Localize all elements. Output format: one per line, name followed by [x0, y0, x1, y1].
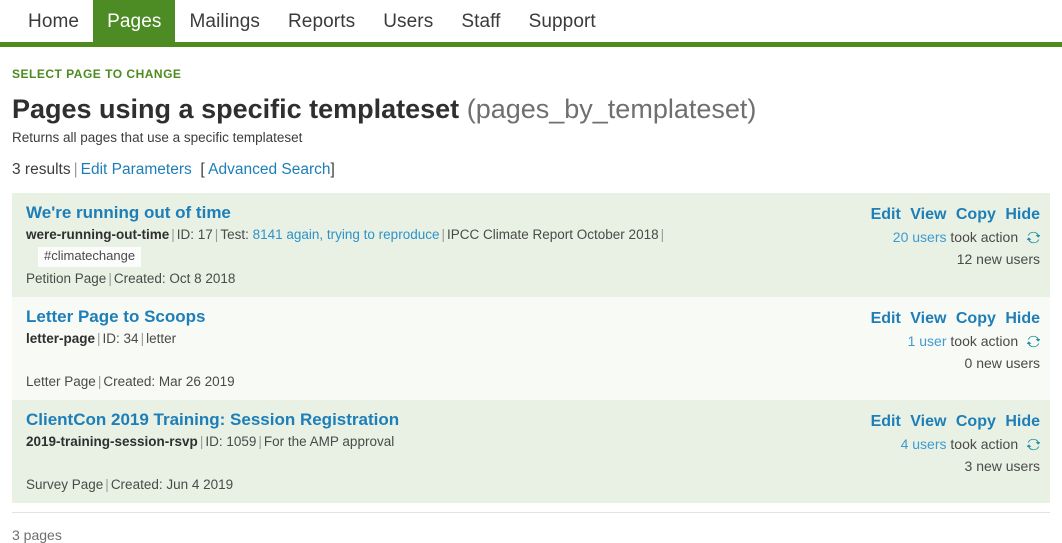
page-subtitle: Returns all pages that use a specific te… [12, 129, 303, 145]
refresh-icon[interactable] [1026, 334, 1041, 352]
action-links: Edit View Copy Hide [871, 205, 1040, 224]
refresh-icon[interactable] [1026, 437, 1041, 455]
results-toolbar: 3 results | Edit Parameters [ Advanced Sea… [12, 161, 1050, 179]
result-tag-chip[interactable]: #climatechange [38, 246, 142, 267]
view-action-link[interactable]: View [910, 310, 946, 327]
result-page-type: Petition Page [26, 270, 107, 286]
result-row-details: Letter Page to Scoops letter-page | ID: 34… [26, 307, 871, 389]
new-users-count: 0 new users [964, 355, 1040, 372]
result-note: IPCC Climate Report October 2018 [447, 226, 659, 242]
edit-action-link[interactable]: Edit [871, 206, 901, 223]
result-tag-line [26, 351, 871, 370]
result-row-details: We're running out of time were-running-o… [26, 203, 871, 286]
result-test-link[interactable]: 8141 again, trying to reproduce [253, 227, 440, 242]
result-tag-chip [38, 462, 50, 467]
took-action-label: took action [950, 228, 1019, 245]
result-id: ID: 34 [102, 330, 139, 346]
main-navigation: Home Pages Mailings Reports Users Staff … [0, 0, 1062, 47]
result-id: ID: 17 [176, 226, 213, 242]
nav-item-pages[interactable]: Pages [93, 0, 176, 42]
result-slug: 2019-training-session-rsvp [26, 434, 198, 450]
bracket-close: ] [330, 160, 335, 178]
result-id: ID: 1059 [205, 434, 257, 450]
took-action-count-link[interactable]: 4 users [901, 436, 947, 452]
nav-item-staff[interactable]: Staff [447, 0, 514, 42]
result-title-link[interactable]: Letter Page to Scoops [26, 307, 205, 327]
results-count: 3 results [12, 160, 71, 178]
result-created: Created: Jun 4 2019 [110, 477, 234, 493]
result-row-actions: Edit View Copy Hide 4 users took action [871, 410, 1041, 476]
took-action-count-link[interactable]: 20 users [893, 229, 947, 245]
nav-item-home[interactable]: Home [14, 0, 93, 42]
nav-item-reports[interactable]: Reports [274, 0, 369, 42]
result-tag-chip [38, 359, 50, 364]
copy-action-link[interactable]: Copy [956, 413, 996, 430]
result-page-type: Survey Page [26, 477, 104, 493]
hide-action-link[interactable]: Hide [1005, 413, 1040, 430]
copy-action-link[interactable]: Copy [956, 310, 996, 327]
new-users-stat: 3 new users [871, 457, 1040, 475]
results-list: We're running out of time were-running-o… [12, 192, 1050, 504]
new-users-stat: 0 new users [871, 354, 1040, 372]
new-users-count: 3 new users [964, 458, 1040, 475]
hide-action-link[interactable]: Hide [1005, 206, 1040, 223]
result-slug: were-running-out-time [26, 226, 170, 242]
page-title-text: Pages using a specific templateset [12, 94, 460, 124]
result-created: Created: Mar 26 2019 [103, 374, 235, 390]
bracket-open: [ [200, 160, 205, 178]
result-row-details: ClientCon 2019 Training: Session Registr… [26, 410, 871, 492]
nav-item-support[interactable]: Support [515, 0, 610, 42]
result-meta: 2019-training-session-rsvp | ID: 1059 | For … [26, 434, 395, 450]
nav-item-users[interactable]: Users [369, 0, 447, 42]
page-title: Pages using a specific templateset (page… [12, 94, 1050, 125]
result-tag-line: #climatechange [26, 246, 871, 267]
refresh-icon[interactable] [1026, 230, 1041, 248]
result-row-actions: Edit View Copy Hide 1 user took action 0… [871, 307, 1041, 373]
result-row[interactable]: We're running out of time were-running-o… [12, 192, 1050, 297]
edit-action-link[interactable]: Edit [871, 413, 901, 430]
result-slug: letter-page [26, 330, 96, 346]
took-action-count-link[interactable]: 1 user [908, 333, 947, 349]
result-page-type: Letter Page [26, 374, 96, 390]
took-action-stat: 20 users took action [871, 228, 1041, 248]
took-action-stat: 1 user took action [871, 332, 1041, 352]
result-title-link[interactable]: ClientCon 2019 Training: Session Registr… [26, 410, 399, 430]
advanced-search-link[interactable]: Advanced Search [208, 161, 330, 178]
view-action-link[interactable]: View [910, 206, 946, 223]
result-row[interactable]: Letter Page to Scoops letter-page | ID: 34… [12, 296, 1050, 401]
result-row[interactable]: ClientCon 2019 Training: Session Registr… [12, 400, 1050, 504]
results-footer: 3 pages [12, 512, 1050, 543]
action-links: Edit View Copy Hide [871, 412, 1040, 431]
breadcrumb: SELECT PAGE TO CHANGE [12, 67, 182, 81]
view-action-link[interactable]: View [910, 413, 946, 430]
nav-item-mailings[interactable]: Mailings [175, 0, 274, 42]
action-links: Edit View Copy Hide [871, 309, 1040, 328]
took-action-stat: 4 users took action [871, 435, 1041, 455]
page-content: SELECT PAGE TO CHANGE Pages using a spec… [0, 67, 1062, 543]
result-meta: were-running-out-time | ID: 17 | Test: 8141 … [26, 226, 665, 242]
result-test-label: Test: [220, 226, 249, 242]
edit-action-link[interactable]: Edit [871, 310, 901, 327]
took-action-label: took action [950, 333, 1019, 350]
result-meta: letter-page | ID: 34 | letter [26, 330, 177, 346]
edit-parameters-link[interactable]: Edit Parameters [81, 161, 192, 178]
new-users-stat: 12 new users [871, 250, 1040, 268]
result-created: Created: Oct 8 2018 [113, 270, 236, 286]
result-tag-line [26, 454, 871, 473]
result-footer: Letter Page | Created: Mar 26 2019 [26, 374, 235, 390]
results-separator: | [73, 160, 78, 178]
result-footer: Survey Page | Created: Jun 4 2019 [26, 477, 234, 493]
new-users-count: 12 new users [956, 251, 1040, 268]
result-footer: Petition Page | Created: Oct 8 2018 [26, 270, 236, 286]
result-title-link[interactable]: We're running out of time [26, 203, 231, 223]
result-note: For the AMP approval [263, 434, 395, 450]
page-title-slug: (pages_by_templateset) [466, 94, 757, 124]
took-action-label: took action [950, 436, 1019, 453]
result-note: letter [146, 330, 177, 346]
hide-action-link[interactable]: Hide [1005, 310, 1040, 327]
result-row-actions: Edit View Copy Hide 20 users took action [871, 203, 1041, 269]
copy-action-link[interactable]: Copy [956, 206, 996, 223]
